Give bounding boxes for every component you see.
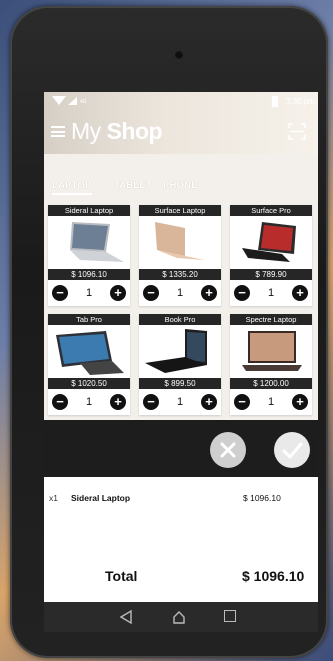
product-name: Book Pro <box>139 314 221 325</box>
increase-qty-button[interactable]: + <box>201 285 217 301</box>
app-screen: 4G 3:30 pm My Shop LAPTOP TABLET PHONE S <box>44 92 318 632</box>
product-price: $ 1335.20 <box>139 269 221 280</box>
back-icon[interactable] <box>120 610 132 624</box>
product-card-tab-pro[interactable]: Tab Pro $ 1020.50 − 1 + <box>48 314 130 415</box>
close-icon <box>220 442 236 458</box>
product-qty: 1 <box>85 396 93 408</box>
product-name: Surface Pro <box>230 205 312 216</box>
hamburger-menu-icon[interactable] <box>51 126 65 137</box>
decrease-qty-button[interactable]: − <box>143 285 159 301</box>
product-card-surface-pro[interactable]: Surface Pro $ 789.90 − 1 + <box>230 205 312 306</box>
silver-laptop-image <box>70 222 124 262</box>
product-price: $ 1200.00 <box>230 378 312 389</box>
product-card-surface-laptop[interactable]: Surface Laptop $ 1335.20 − 1 + <box>139 205 221 306</box>
product-qty: 1 <box>176 396 184 408</box>
gold-laptop-image <box>155 222 205 260</box>
total-value: $ 1096.10 <box>242 568 305 584</box>
signal-icon <box>68 97 77 105</box>
tab-laptop[interactable]: LAPTOP <box>52 180 92 195</box>
confirm-button[interactable] <box>274 432 310 468</box>
app-title-shop: Shop <box>106 118 163 144</box>
action-bar <box>44 420 318 477</box>
front-camera <box>174 50 184 60</box>
barcode-scan-icon[interactable] <box>288 123 306 140</box>
product-price: $ 789.90 <box>230 269 312 280</box>
increase-qty-button[interactable]: + <box>201 394 217 410</box>
product-qty: 1 <box>176 287 184 299</box>
increase-qty-button[interactable]: + <box>110 394 126 410</box>
app-title: My Shop <box>71 118 163 145</box>
cart-item-name: Sideral Laptop <box>71 493 131 503</box>
product-name: Sideral Laptop <box>48 205 130 216</box>
network-type: 4G <box>80 99 87 105</box>
product-card-sideral-laptop[interactable]: Sideral Laptop $ 1096.10 − 1 + <box>48 205 130 306</box>
decrease-qty-button[interactable]: − <box>234 285 250 301</box>
check-icon <box>282 442 303 459</box>
system-navigation-bar <box>44 602 318 632</box>
product-card-book-pro[interactable]: Book Pro $ 899.50 − 1 + <box>139 314 221 415</box>
black-tablet-image <box>242 222 296 262</box>
product-qty: 1 <box>85 287 93 299</box>
black-tablet-keyboard-image <box>145 329 207 373</box>
phone-frame: 4G 3:30 pm My Shop LAPTOP TABLET PHONE S <box>10 6 328 658</box>
recent-apps-icon[interactable] <box>224 610 236 622</box>
decrease-qty-button[interactable]: − <box>52 285 68 301</box>
product-name: Spectre Laptop <box>230 314 312 325</box>
tab-phone[interactable]: PHONE <box>163 180 198 191</box>
increase-qty-button[interactable]: + <box>292 285 308 301</box>
dark-laptop-image <box>242 331 302 371</box>
product-price: $ 1020.50 <box>48 378 130 389</box>
convertible-laptop-image <box>56 331 124 375</box>
cart-item-amount: $ 1096.10 <box>243 493 281 503</box>
app-title-my: My <box>71 118 101 144</box>
app-header: 4G 3:30 pm My Shop <box>44 92 318 154</box>
cart-item-qty: x1 <box>49 493 58 503</box>
cart-summary: x1 Sideral Laptop $ 1096.10 Total $ 1096… <box>44 477 318 602</box>
product-name: Tab Pro <box>48 314 130 325</box>
product-qty: 1 <box>267 396 275 408</box>
status-bar: 4G 3:30 pm <box>44 92 318 112</box>
product-card-spectre-laptop[interactable]: Spectre Laptop $ 1200.00 − 1 + <box>230 314 312 415</box>
decrease-qty-button[interactable]: − <box>52 394 68 410</box>
battery-icon <box>272 96 278 107</box>
product-name: Surface Laptop <box>139 205 221 216</box>
decrease-qty-button[interactable]: − <box>234 394 250 410</box>
status-time: 3:30 pm <box>286 97 315 106</box>
tab-tablet[interactable]: TABLET <box>114 180 152 191</box>
product-price: $ 899.50 <box>139 378 221 389</box>
wifi-icon <box>52 96 66 105</box>
decrease-qty-button[interactable]: − <box>143 394 159 410</box>
product-price: $ 1096.10 <box>48 269 130 280</box>
cancel-button[interactable] <box>210 432 246 468</box>
increase-qty-button[interactable]: + <box>292 394 308 410</box>
product-qty: 1 <box>267 287 275 299</box>
increase-qty-button[interactable]: + <box>110 285 126 301</box>
total-label: Total <box>105 568 138 584</box>
home-icon[interactable] <box>172 610 186 624</box>
